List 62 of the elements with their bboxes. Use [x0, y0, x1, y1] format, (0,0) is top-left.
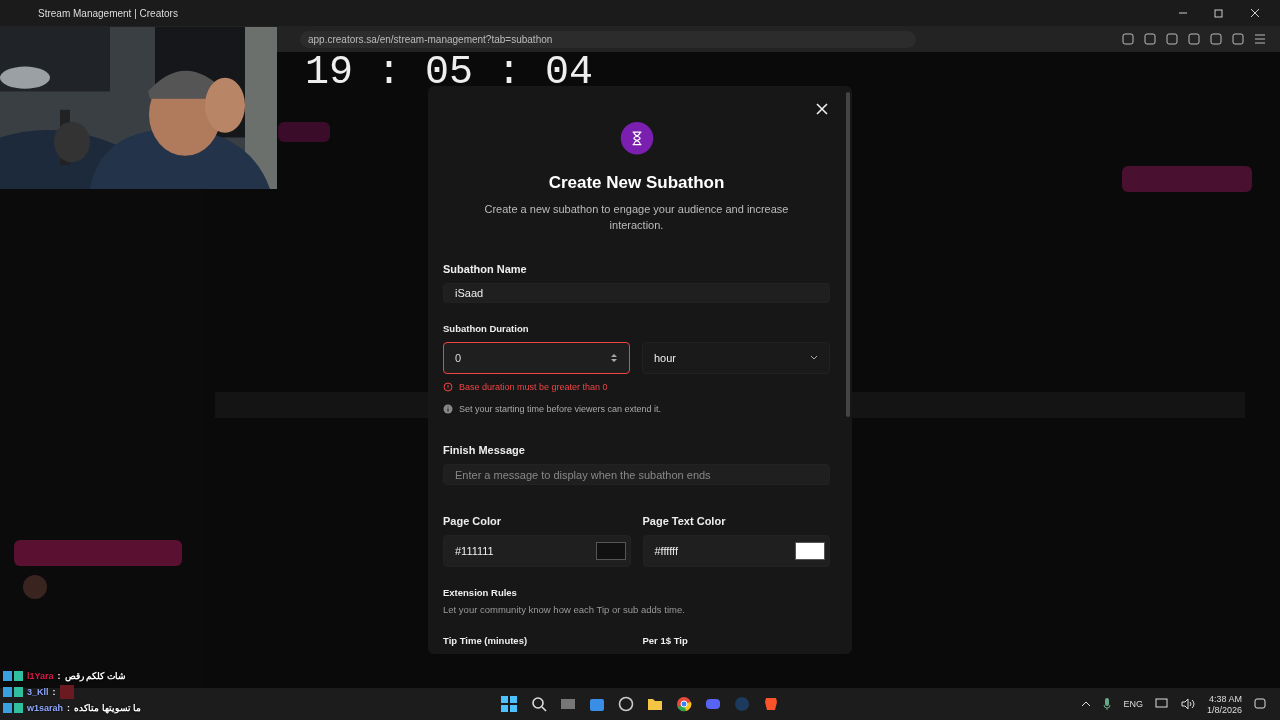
spinner-icon[interactable]: [610, 352, 618, 365]
windows-icon[interactable]: [500, 695, 518, 713]
color-swatch[interactable]: [795, 542, 825, 560]
taskbar-time[interactable]: 4:38 AM: [1208, 693, 1242, 704]
app-icon[interactable]: [618, 696, 634, 712]
search-icon[interactable]: [531, 696, 547, 712]
finish-message-field[interactable]: Enter a message to display when the subathon ends: [443, 464, 830, 485]
address-field[interactable]: app.creators.sa/en/stream-management?tab=subathon: [300, 30, 916, 48]
close-icon[interactable]: [1250, 8, 1260, 18]
browser-tab[interactable]: Stream Management | Creators: [8, 5, 208, 21]
chat-username: l1Yara: [27, 671, 54, 681]
folder-icon[interactable]: [647, 696, 663, 712]
language-indicator[interactable]: ENG: [1123, 699, 1143, 709]
badge-icon: [3, 703, 23, 713]
toolbar-icon[interactable]: [1144, 33, 1156, 45]
field-label: Subathon Duration: [443, 323, 530, 335]
menu-icon[interactable]: [1254, 33, 1266, 45]
toolbar-icon[interactable]: [1122, 33, 1134, 45]
dialog-title: Create New Subathon: [548, 172, 725, 193]
info-icon: [443, 404, 453, 415]
field-label: Subathon Name: [443, 262, 528, 275]
name-field[interactable]: iSaad: [443, 282, 830, 304]
microphone-icon[interactable]: [1103, 697, 1112, 711]
color-field[interactable]: #ffffff: [642, 535, 830, 567]
chrome-icon[interactable]: [676, 696, 692, 712]
section-description: Let your community know how each Tip or sub adds time.: [443, 604, 686, 615]
duration-field[interactable]: 0: [443, 342, 630, 375]
speaker-icon[interactable]: [1180, 698, 1195, 710]
chat-message: شات كلكم رقص: [64, 671, 126, 681]
chevron-icon: [810, 355, 818, 362]
toolbar-icon[interactable]: [1210, 33, 1222, 45]
scrollbar[interactable]: [846, 92, 850, 417]
field-label: Tip Time (minutes): [443, 635, 529, 646]
chat-separator: :: [52, 687, 56, 697]
field-label: Page Text Color: [642, 515, 727, 527]
field-label: Per 1$ Tip: [642, 635, 689, 646]
clock-overlay: 19 : 05 : 04: [305, 50, 594, 95]
color-field[interactable]: #111111: [443, 535, 631, 567]
field-label: Finish Message: [443, 444, 526, 457]
hint-text: Set your starting time before viewers can extend it.: [459, 404, 662, 415]
chat-separator: :: [57, 671, 61, 681]
toolbar-icon[interactable]: [1166, 33, 1178, 45]
error-message: Base duration must be greater than 0: [459, 382, 608, 393]
chat-message: ما تسويتها متاكده: [74, 703, 142, 713]
unit-dropdown[interactable]: hour: [642, 342, 830, 375]
caret-icon[interactable]: [1081, 700, 1092, 708]
restore-icon[interactable]: [1214, 8, 1224, 18]
avatar: [23, 575, 47, 599]
dialog-description: Create a new subathon to engage your audience and increase interaction.: [483, 201, 790, 233]
badge-icon: [3, 671, 23, 681]
chat-separator: :: [67, 703, 71, 713]
badge-icon: [3, 687, 23, 697]
toolbar-icon[interactable]: [1188, 33, 1200, 45]
taskbar-date[interactable]: 1/8/2026: [1206, 704, 1242, 715]
color-swatch[interactable]: [595, 542, 626, 560]
chat-username: 3_Kll: [27, 687, 49, 697]
field-label: Page Color: [443, 515, 503, 527]
toolbar-icon[interactable]: [1232, 33, 1244, 45]
error-icon: [443, 382, 453, 393]
section-title: Extension Rules: [443, 587, 518, 598]
chat-username: w1sarah: [27, 703, 64, 713]
task-view-icon[interactable]: [560, 696, 576, 712]
